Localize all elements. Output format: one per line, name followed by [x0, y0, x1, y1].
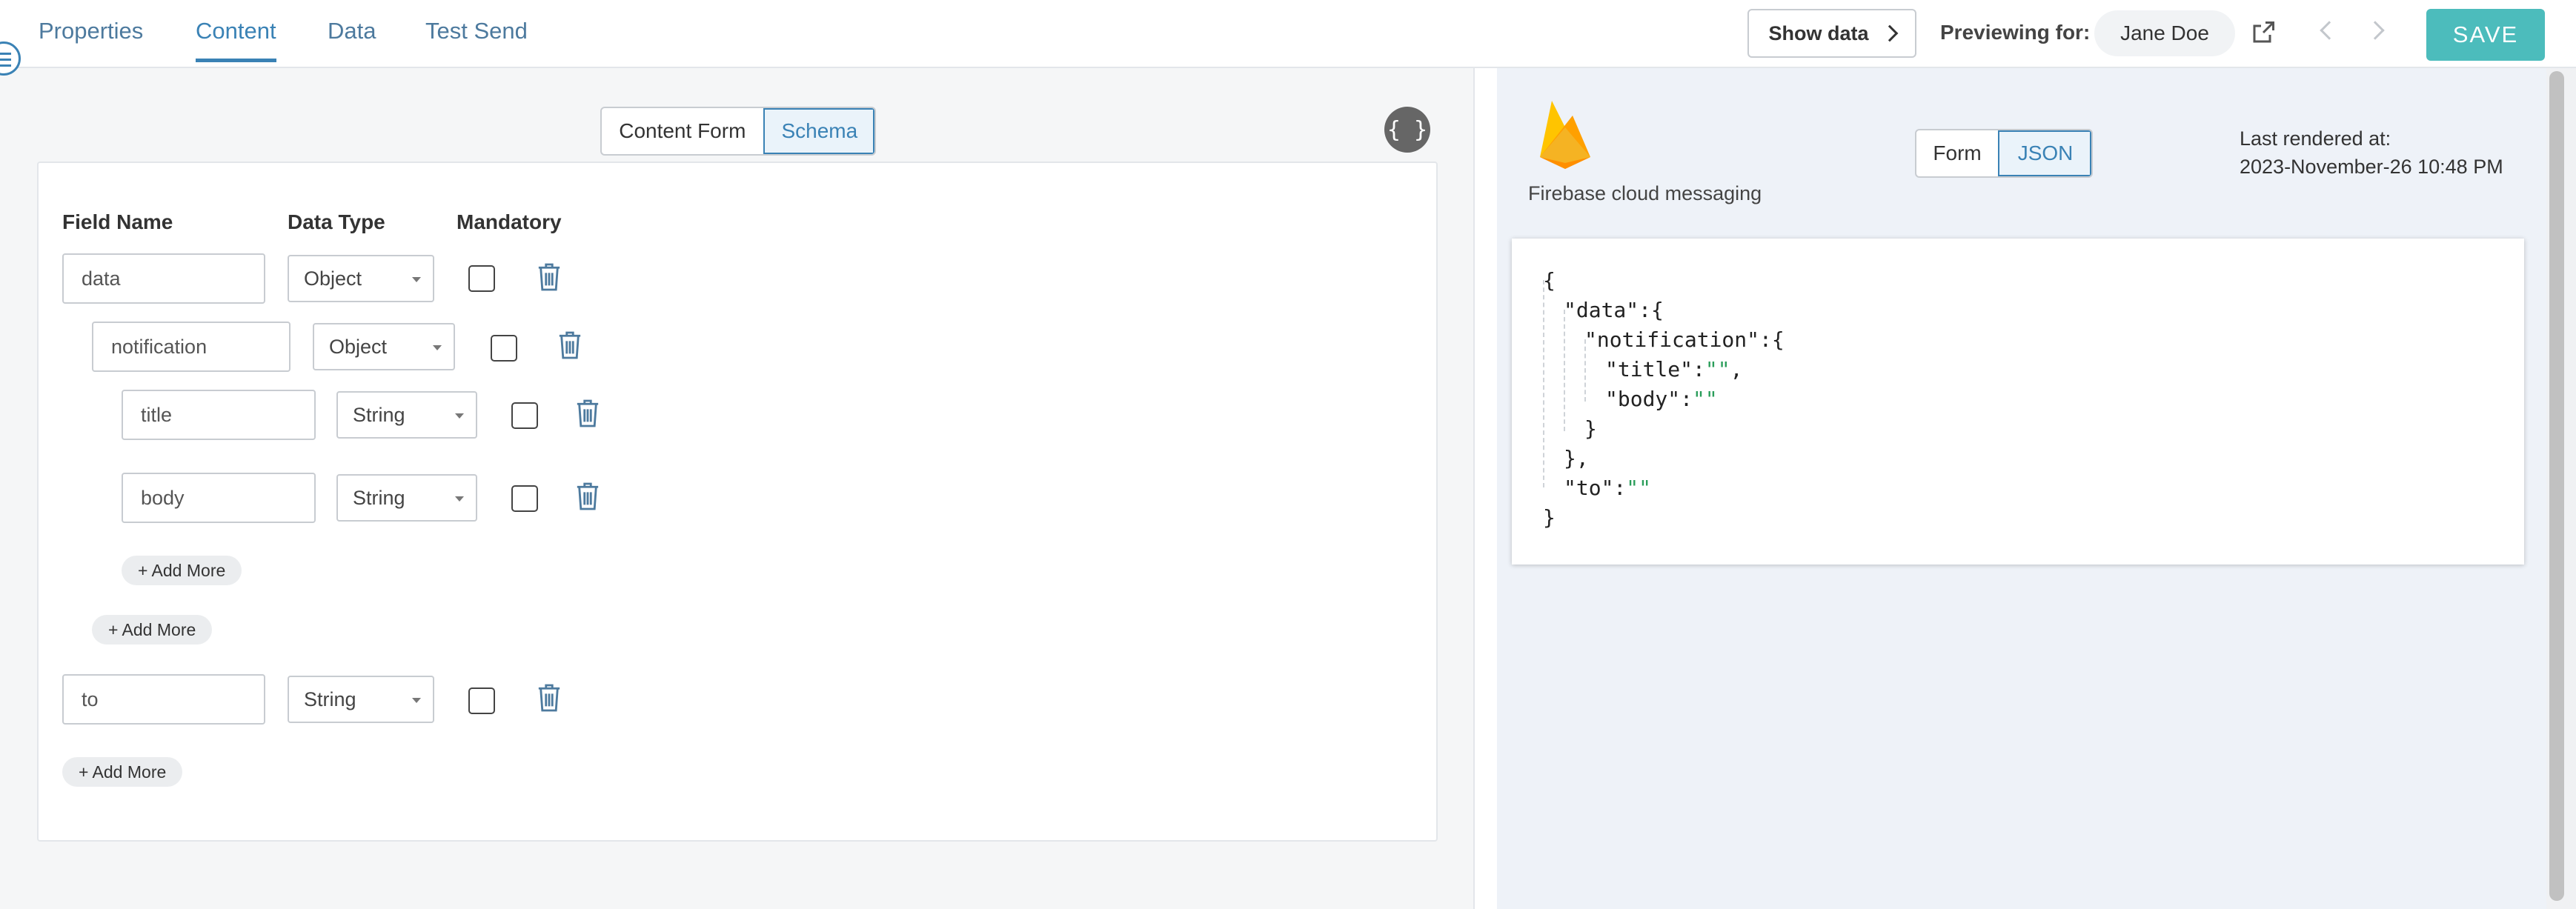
caret-down-icon [412, 277, 421, 282]
last-rendered-value: 2023-November-26 10:48 PM [2240, 156, 2503, 178]
json-line: } [1584, 416, 1597, 441]
preview-view-toggle: Form JSON [1915, 129, 2093, 178]
data-type-select[interactable]: Object [313, 323, 455, 370]
data-type-value: Object [304, 267, 362, 290]
previewing-for-label: Previewing for: [1940, 21, 2091, 44]
top-bar: Properties Content Data Test Send Show d… [0, 0, 2576, 68]
chevron-right-nav-icon[interactable] [2366, 21, 2385, 40]
firebase-logo-icon [1540, 101, 1590, 169]
json-view-toggle[interactable]: JSON [1998, 130, 2091, 176]
add-more-button[interactable]: + Add More [62, 757, 183, 787]
last-rendered-label: Last rendered at: [2240, 127, 2391, 150]
chevron-left-icon[interactable] [2320, 21, 2339, 40]
tab-properties[interactable]: Properties [39, 18, 143, 61]
json-line: } [1543, 505, 1556, 530]
data-type-value: String [304, 687, 356, 710]
form-view-toggle[interactable]: Form [1916, 130, 1998, 176]
trash-icon[interactable] [557, 330, 582, 360]
external-link-icon[interactable] [2250, 19, 2277, 46]
field-name-input[interactable]: to [62, 674, 265, 725]
field-name-input[interactable]: body [122, 473, 316, 523]
json-line: "title":"", [1605, 357, 1743, 382]
tab-content[interactable]: Content [196, 18, 276, 62]
data-type-select[interactable]: String [288, 676, 434, 723]
mandatory-checkbox[interactable] [468, 265, 495, 292]
json-line: "notification":{ [1584, 327, 1785, 352]
tab-data[interactable]: Data [328, 18, 376, 61]
field-name-input[interactable]: notification [92, 322, 291, 372]
save-button[interactable]: SAVE [2426, 9, 2545, 61]
caret-down-icon [455, 496, 464, 502]
indent-guide [1543, 280, 1544, 487]
json-line: "to":"" [1564, 476, 1652, 500]
data-type-value: String [353, 486, 405, 509]
json-preview: { "data":{ "notification":{ "title":"", … [1512, 239, 2524, 565]
mandatory-checkbox[interactable] [511, 485, 538, 512]
scrollbar-thumb[interactable] [2549, 71, 2564, 901]
show-data-button[interactable]: Show data [1747, 9, 1916, 58]
field-name-input[interactable]: data [62, 253, 265, 304]
add-more-button[interactable]: + Add More [122, 556, 242, 585]
content-form-toggle[interactable]: Content Form [602, 108, 763, 154]
indent-guide [1564, 310, 1565, 431]
json-line: { [1543, 268, 1556, 293]
data-type-value: Object [329, 335, 388, 358]
column-field-name: Field Name [62, 210, 173, 233]
mandatory-checkbox[interactable] [511, 402, 538, 429]
mandatory-checkbox[interactable] [491, 335, 517, 362]
trash-icon[interactable] [575, 399, 600, 428]
braces-icon[interactable]: { } [1384, 107, 1430, 153]
column-mandatory: Mandatory [457, 210, 562, 233]
json-line: "body":"" [1605, 387, 1718, 411]
add-more-button[interactable]: + Add More [92, 615, 213, 645]
chevron-right-icon [1881, 24, 1898, 42]
preview-user-selector[interactable]: Jane Doe [2094, 10, 2235, 56]
schema-toggle[interactable]: Schema [763, 108, 874, 154]
mandatory-checkbox[interactable] [468, 687, 495, 714]
caret-down-icon [433, 345, 442, 350]
data-type-select[interactable]: Object [288, 255, 434, 302]
channel-label: Firebase cloud messaging [1528, 182, 1762, 204]
data-type-select[interactable]: String [336, 474, 477, 522]
column-data-type: Data Type [288, 210, 385, 233]
caret-down-icon [412, 698, 421, 703]
caret-down-icon [455, 413, 464, 419]
data-type-select[interactable]: String [336, 391, 477, 439]
trash-icon[interactable] [537, 683, 562, 713]
data-type-value: String [353, 403, 405, 426]
tab-test-send[interactable]: Test Send [425, 18, 528, 61]
editor-mode-toggle: Content Form Schema [600, 107, 876, 156]
show-data-label: Show data [1768, 21, 1869, 44]
json-line: "data":{ [1564, 298, 1664, 322]
field-name-input[interactable]: title [122, 390, 316, 440]
trash-icon[interactable] [575, 482, 600, 511]
json-line: }, [1564, 446, 1589, 470]
trash-icon[interactable] [537, 262, 562, 292]
